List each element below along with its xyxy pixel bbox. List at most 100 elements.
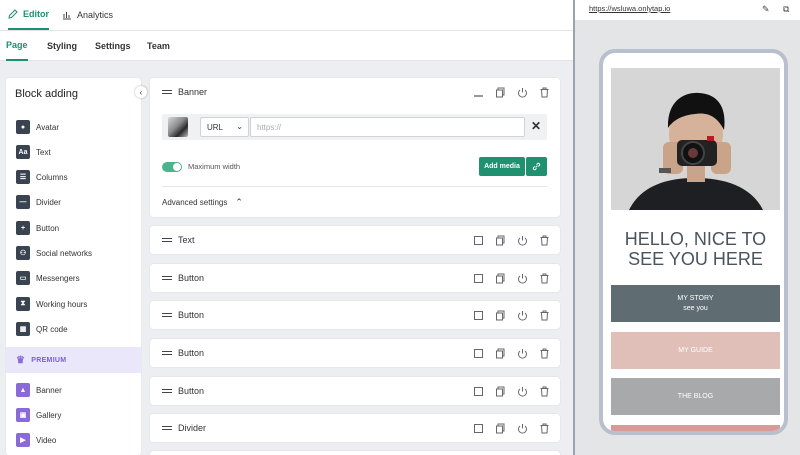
power-icon[interactable] [517, 235, 528, 246]
block-card [150, 451, 560, 455]
power-icon[interactable] [517, 273, 528, 284]
gallery-icon: ▣ [16, 408, 30, 422]
trash-icon[interactable] [539, 310, 550, 321]
url-input[interactable]: https:// [250, 117, 525, 137]
preview-button-label: MY STORY [677, 295, 714, 302]
sidebar-item-banner[interactable]: ▲ Banner [6, 378, 141, 402]
block-actions [473, 301, 550, 329]
preview-button-my-guide[interactable]: MY GUIDE [611, 332, 780, 369]
checkbox-icon[interactable] [473, 386, 484, 397]
preview-button-the-blog[interactable]: THE BLOG [611, 378, 780, 415]
power-icon[interactable] [517, 348, 528, 359]
divider-icon: — [16, 195, 30, 209]
trash-icon[interactable] [539, 423, 550, 434]
qr-code-icon: ▦ [16, 322, 30, 336]
editor-panel: Editor Analytics Page Styling Settings T… [0, 0, 573, 455]
tab-styling[interactable]: Styling [47, 31, 77, 61]
checkbox-icon[interactable] [473, 310, 484, 321]
social-networks-icon: ⚇ [16, 246, 30, 260]
drag-handle-icon[interactable] [162, 313, 172, 317]
copy-icon[interactable] [495, 348, 506, 359]
trash-icon[interactable] [539, 348, 550, 359]
sidebar-item-divider[interactable]: — Divider [6, 190, 141, 214]
block-card[interactable]: Text [150, 226, 560, 254]
sidebar-item-text[interactable]: Aa Text [6, 140, 141, 164]
power-icon[interactable] [517, 386, 528, 397]
tab-analytics[interactable]: Analytics [62, 0, 113, 30]
copy-icon[interactable]: ⧉ [783, 4, 789, 15]
link-type-select[interactable]: URL ⌄ [200, 117, 249, 137]
copy-icon[interactable] [495, 386, 506, 397]
hero-line-1: HELLO, NICE TO [624, 229, 767, 249]
edit-icon[interactable]: ✎ [762, 4, 770, 15]
divider-line [162, 186, 547, 187]
sub-bar: Page Styling Settings Team [0, 31, 573, 61]
sidebar-item-label: QR code [36, 324, 68, 334]
block-actions [473, 339, 550, 367]
page-url-link[interactable]: https://wsluwa.onlytap.io [589, 4, 670, 13]
tab-page[interactable]: Page [6, 31, 28, 61]
tab-editor[interactable]: Editor [8, 0, 49, 30]
copy-icon[interactable] [495, 273, 506, 284]
block-title: Button [178, 310, 205, 320]
sidebar-item-qr-code[interactable]: ▦ QR code [6, 317, 141, 341]
top-bar: Editor Analytics [0, 0, 573, 31]
hourglass-icon: ⧗ [16, 297, 30, 311]
trash-icon[interactable] [539, 87, 550, 98]
sidebar-item-label: Messengers [36, 273, 80, 283]
button-icon: + [16, 221, 30, 235]
trash-icon[interactable] [539, 235, 550, 246]
drag-handle-icon[interactable] [162, 351, 172, 355]
sidebar-item-button[interactable]: + Button [6, 216, 141, 240]
sidebar-item-social-networks[interactable]: ⚇ Social networks [6, 241, 141, 265]
minimize-icon[interactable] [473, 87, 484, 98]
copy-icon[interactable] [495, 423, 506, 434]
preview-button-my-story[interactable]: MY STORY see you [611, 285, 780, 322]
link-icon [532, 162, 541, 171]
add-media-button[interactable]: Add media [479, 157, 525, 176]
sidebar-item-working-hours[interactable]: ⧗ Working hours [6, 292, 141, 316]
link-button[interactable] [526, 157, 547, 176]
tab-team[interactable]: Team [147, 31, 170, 61]
sidebar-item-avatar[interactable]: ● Avatar [6, 115, 141, 139]
block-card[interactable]: Button [150, 339, 560, 367]
sidebar-item-columns[interactable]: ☰ Columns [6, 165, 141, 189]
power-icon[interactable] [517, 87, 528, 98]
sidebar-item-label: Button [36, 223, 60, 233]
collapse-sidebar-button[interactable]: ‹ [135, 86, 147, 98]
drag-handle-icon[interactable] [162, 426, 172, 430]
copy-icon[interactable] [495, 310, 506, 321]
drag-handle-icon[interactable] [162, 90, 172, 94]
drag-handle-icon[interactable] [162, 276, 172, 280]
checkbox-icon[interactable] [473, 235, 484, 246]
block-actions [473, 78, 550, 106]
maximum-width-toggle[interactable] [162, 162, 182, 172]
block-card[interactable]: Button [150, 377, 560, 405]
tab-settings[interactable]: Settings [95, 31, 131, 61]
preview-button-label: MY GUIDE [678, 347, 713, 354]
sidebar-item-gallery[interactable]: ▣ Gallery [6, 403, 141, 427]
power-icon[interactable] [517, 423, 528, 434]
close-icon[interactable]: ✕ [531, 119, 541, 133]
block-card[interactable]: Button [150, 264, 560, 292]
trash-icon[interactable] [539, 273, 550, 284]
block-card[interactable]: Button [150, 301, 560, 329]
checkbox-icon[interactable] [473, 273, 484, 284]
copy-icon[interactable] [495, 87, 506, 98]
power-icon[interactable] [517, 310, 528, 321]
preview-button-next[interactable] [611, 425, 780, 431]
checkbox-icon[interactable] [473, 423, 484, 434]
banner-thumbnail[interactable] [168, 117, 188, 137]
block-title: Button [178, 348, 205, 358]
advanced-settings-toggle[interactable]: Advanced settings ⌃ [162, 197, 243, 208]
trash-icon[interactable] [539, 386, 550, 397]
drag-handle-icon[interactable] [162, 389, 172, 393]
sidebar-item-messengers[interactable]: ▭ Messengers [6, 266, 141, 290]
copy-icon[interactable] [495, 235, 506, 246]
block-card[interactable]: Divider [150, 414, 560, 442]
sidebar-item-video[interactable]: ▶ Video [6, 428, 141, 452]
block-actions [473, 226, 550, 254]
drag-handle-icon[interactable] [162, 238, 172, 242]
block-actions [473, 377, 550, 405]
checkbox-icon[interactable] [473, 348, 484, 359]
